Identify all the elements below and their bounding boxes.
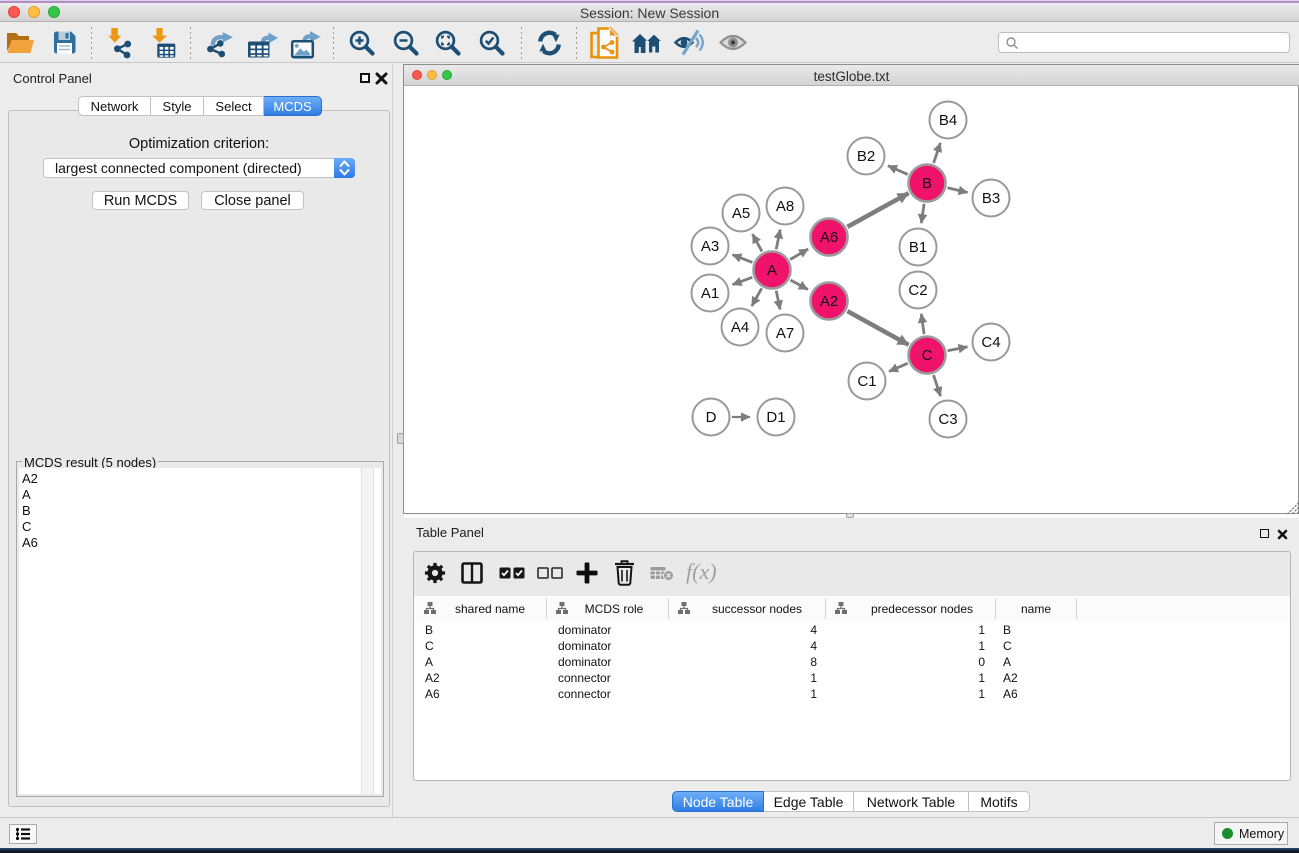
svg-text:predecessor nodes: predecessor nodes (871, 602, 973, 616)
svg-text:shared name: shared name (455, 602, 525, 616)
svg-text:successor nodes: successor nodes (712, 602, 802, 616)
svg-text:A7: A7 (776, 325, 794, 342)
svg-text:B: B (922, 175, 932, 192)
svg-text:B4: B4 (939, 112, 957, 129)
svg-text:D: D (706, 409, 717, 426)
svg-text:C4: C4 (981, 334, 1000, 351)
svg-text:B2: B2 (857, 148, 875, 165)
svg-text:B3: B3 (982, 190, 1000, 207)
svg-text:A1: A1 (701, 285, 719, 302)
svg-text:A2: A2 (820, 293, 838, 310)
svg-text:A6: A6 (820, 229, 838, 246)
svg-text:name: name (1021, 602, 1051, 616)
svg-text:A3: A3 (701, 238, 719, 255)
svg-text:A8: A8 (776, 198, 794, 215)
svg-text:D1: D1 (766, 409, 785, 426)
svg-text:B1: B1 (909, 239, 927, 256)
svg-text:A4: A4 (731, 319, 749, 336)
svg-text:A: A (767, 262, 777, 279)
svg-text:C1: C1 (857, 373, 876, 390)
svg-text:C3: C3 (938, 411, 957, 428)
svg-text:C: C (922, 347, 933, 364)
svg-text:MCDS role: MCDS role (585, 602, 644, 616)
svg-text:C2: C2 (908, 282, 927, 299)
svg-text:A5: A5 (732, 205, 750, 222)
